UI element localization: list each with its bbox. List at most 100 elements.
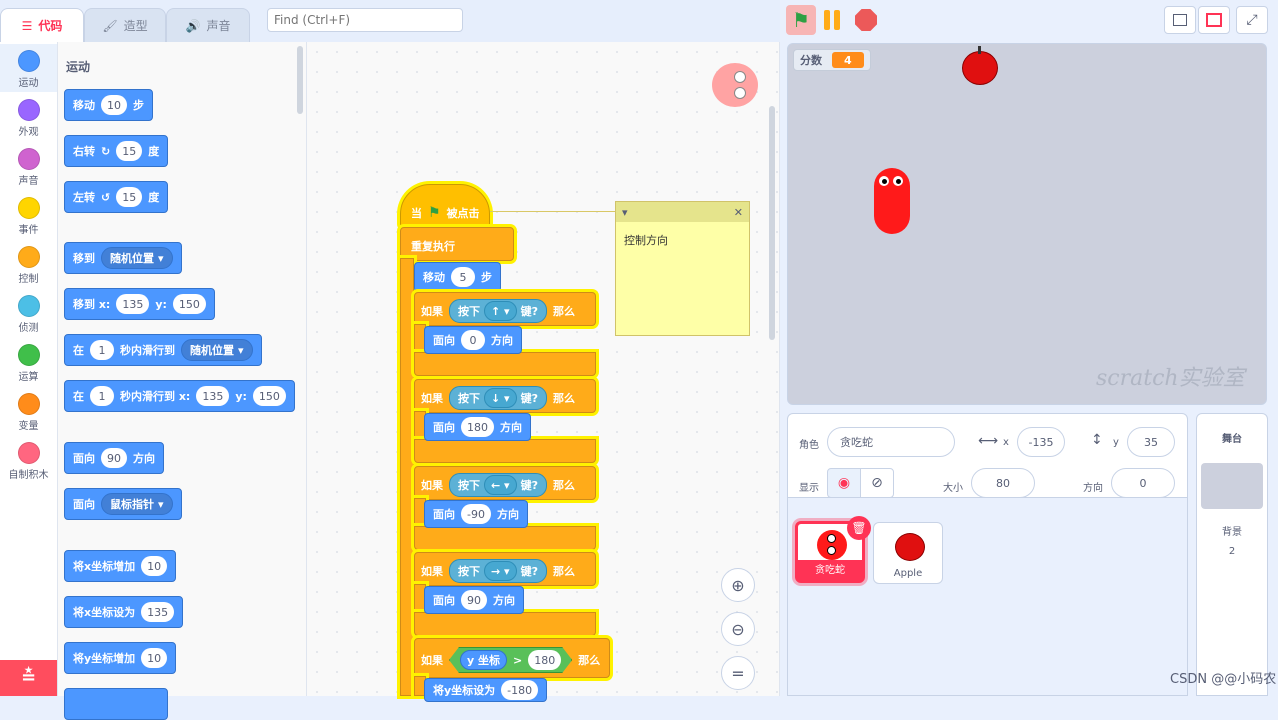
block-input[interactable]: 1 bbox=[90, 386, 114, 406]
block-input[interactable]: 135 bbox=[196, 386, 230, 406]
block-dropdown[interactable]: 鼠标指针 ▾ bbox=[101, 493, 173, 515]
snake-sprite[interactable] bbox=[874, 168, 910, 234]
script-point-direction[interactable]: 面向 0 方向 bbox=[424, 326, 522, 354]
block-goto[interactable]: 移到 随机位置 ▾ bbox=[64, 242, 182, 274]
block-input[interactable]: -90 bbox=[461, 504, 491, 524]
block-point-towards[interactable]: 面向 鼠标指针 ▾ bbox=[64, 488, 182, 520]
block-change-y[interactable]: 将y坐标增加 10 bbox=[64, 642, 177, 674]
stage-canvas[interactable] bbox=[787, 43, 1267, 405]
block-glide-xy[interactable]: 在 1 秒内滑行到 x: 135 y: 150 bbox=[64, 380, 295, 412]
key-dropdown[interactable]: ← ▾ bbox=[484, 475, 517, 495]
script-move-steps[interactable]: 移动 5 步 bbox=[414, 262, 501, 292]
category-2[interactable]: 声音 bbox=[0, 142, 57, 190]
tab-code[interactable]: ☰ 代码 bbox=[0, 8, 84, 42]
category-4[interactable]: 控制 bbox=[0, 240, 57, 288]
zoom-out-button[interactable]: ⊖ bbox=[721, 612, 755, 646]
if-block-key[interactable]: 如果 按下 → ▾ 键? 那么 bbox=[414, 552, 596, 586]
key-dropdown[interactable]: ↓ ▾ bbox=[484, 388, 517, 408]
greater-than-operator[interactable]: y 坐标 > 180 bbox=[449, 647, 572, 673]
normal-stage-button[interactable] bbox=[1198, 6, 1230, 34]
block-input[interactable]: 150 bbox=[252, 386, 286, 406]
direction-input[interactable]: 0 bbox=[1111, 468, 1175, 498]
key-pressed-block[interactable]: 按下 ← ▾ 键? bbox=[449, 473, 547, 497]
hat-when-flag-clicked[interactable]: 当 ⚑ 被点击 bbox=[400, 184, 490, 228]
block-set-x[interactable]: 将x坐标设为 135 bbox=[64, 596, 184, 628]
find-input[interactable] bbox=[267, 8, 463, 32]
block-goto-xy[interactable]: 移到 x: 135 y: 150 bbox=[64, 288, 215, 320]
if-block-y[interactable]: 如果 y 坐标 > 180 那么 bbox=[414, 638, 610, 678]
tab-costumes[interactable]: 🖌 造型 bbox=[84, 8, 166, 42]
stage-selector[interactable]: 舞台 背景 2 bbox=[1196, 413, 1268, 696]
block-input[interactable]: 0 bbox=[461, 330, 485, 350]
category-5[interactable]: 侦测 bbox=[0, 289, 57, 337]
block-input[interactable]: 5 bbox=[451, 267, 475, 287]
block-input[interactable]: 180 bbox=[461, 417, 494, 437]
collapse-icon[interactable]: ▾ bbox=[622, 206, 628, 219]
palette-scrollbar[interactable] bbox=[297, 46, 303, 114]
category-7[interactable]: 变量 bbox=[0, 387, 57, 435]
block-input[interactable]: 15 bbox=[116, 187, 143, 207]
block-input[interactable]: 150 bbox=[172, 294, 206, 314]
y-input[interactable]: 35 bbox=[1127, 427, 1175, 457]
green-flag-button[interactable]: ⚑ bbox=[786, 5, 816, 35]
script-point-direction[interactable]: 面向 90 方向 bbox=[424, 586, 524, 614]
block-point-direction[interactable]: 面向 90 方向 bbox=[64, 442, 164, 474]
block-input[interactable]: 90 bbox=[461, 590, 487, 610]
add-extension-button[interactable]: ≛ bbox=[0, 660, 57, 696]
block-set-y-partial[interactable] bbox=[64, 688, 168, 720]
comment-text[interactable]: 控制方向 bbox=[616, 222, 749, 258]
block-turn-right[interactable]: 右转 ↻ 15 度 bbox=[64, 135, 169, 167]
category-0[interactable]: 运动 bbox=[0, 44, 57, 92]
category-8[interactable]: 自制积木 bbox=[0, 436, 57, 484]
script-point-direction[interactable]: 面向 180 方向 bbox=[424, 413, 531, 441]
block-input[interactable]: 15 bbox=[116, 141, 143, 161]
key-dropdown[interactable]: ↑ ▾ bbox=[484, 301, 517, 321]
script-point-direction[interactable]: 面向 -90 方向 bbox=[424, 500, 528, 528]
key-dropdown[interactable]: → ▾ bbox=[484, 561, 517, 581]
script-comment[interactable]: ▾ ✕ 控制方向 bbox=[615, 201, 750, 336]
y-position-reporter[interactable]: y 坐标 bbox=[460, 650, 507, 670]
small-stage-button[interactable] bbox=[1164, 6, 1196, 34]
block-input[interactable]: 135 bbox=[141, 602, 175, 622]
if-block-key[interactable]: 如果 按下 ↓ ▾ 键? 那么 bbox=[414, 379, 596, 413]
block-input[interactable]: 180 bbox=[528, 650, 561, 670]
key-pressed-block[interactable]: 按下 ↑ ▾ 键? bbox=[449, 299, 547, 323]
tab-sounds[interactable]: 🔊 声音 bbox=[166, 8, 250, 42]
size-input[interactable]: 80 bbox=[971, 468, 1035, 498]
fullscreen-button[interactable]: ⤢ bbox=[1236, 6, 1268, 34]
show-hidden-button[interactable]: ⊘ bbox=[860, 468, 894, 498]
if-block-key[interactable]: 如果 按下 ↑ ▾ 键? 那么 bbox=[414, 292, 596, 326]
key-pressed-block[interactable]: 按下 → ▾ 键? bbox=[449, 559, 547, 583]
delete-sprite-button[interactable]: 🗑 bbox=[847, 516, 871, 540]
apple-sprite[interactable] bbox=[962, 46, 998, 85]
zoom-in-button[interactable]: ⊕ bbox=[721, 568, 755, 602]
stage-thumbnail[interactable] bbox=[1201, 463, 1263, 509]
block-input[interactable]: 90 bbox=[101, 448, 127, 468]
sprite-name-input[interactable]: 贪吃蛇 bbox=[827, 427, 955, 457]
block-turn-left[interactable]: 左转 ↺ 15 度 bbox=[64, 181, 169, 213]
sprite-tile-apple[interactable]: Apple bbox=[873, 522, 943, 584]
block-input[interactable]: -180 bbox=[501, 680, 539, 700]
block-change-x[interactable]: 将x坐标增加 10 bbox=[64, 550, 177, 582]
block-dropdown[interactable]: 随机位置 ▾ bbox=[181, 339, 253, 361]
block-move-steps[interactable]: 移动 10 步 bbox=[64, 89, 153, 121]
category-1[interactable]: 外观 bbox=[0, 93, 57, 141]
zoom-reset-button[interactable]: = bbox=[721, 656, 755, 690]
block-input[interactable]: 1 bbox=[90, 340, 114, 360]
score-monitor[interactable]: 分数 4 bbox=[793, 49, 871, 71]
close-icon[interactable]: ✕ bbox=[734, 206, 743, 219]
show-visible-button[interactable]: ◉ bbox=[827, 468, 861, 498]
category-6[interactable]: 运算 bbox=[0, 338, 57, 386]
block-glide[interactable]: 在 1 秒内滑行到 随机位置 ▾ bbox=[64, 334, 262, 366]
block-input[interactable]: 10 bbox=[141, 648, 168, 668]
category-3[interactable]: 事件 bbox=[0, 191, 57, 239]
forever-block[interactable]: 重复执行 bbox=[400, 227, 514, 261]
block-dropdown[interactable]: 随机位置 ▾ bbox=[101, 247, 173, 269]
pause-button[interactable] bbox=[824, 10, 844, 30]
block-input[interactable]: 135 bbox=[116, 294, 150, 314]
if-block-key[interactable]: 如果 按下 ← ▾ 键? 那么 bbox=[414, 466, 596, 500]
block-input[interactable]: 10 bbox=[101, 95, 127, 115]
script-scrollbar[interactable] bbox=[769, 106, 775, 340]
block-input[interactable]: 10 bbox=[141, 556, 168, 576]
key-pressed-block[interactable]: 按下 ↓ ▾ 键? bbox=[449, 386, 547, 410]
